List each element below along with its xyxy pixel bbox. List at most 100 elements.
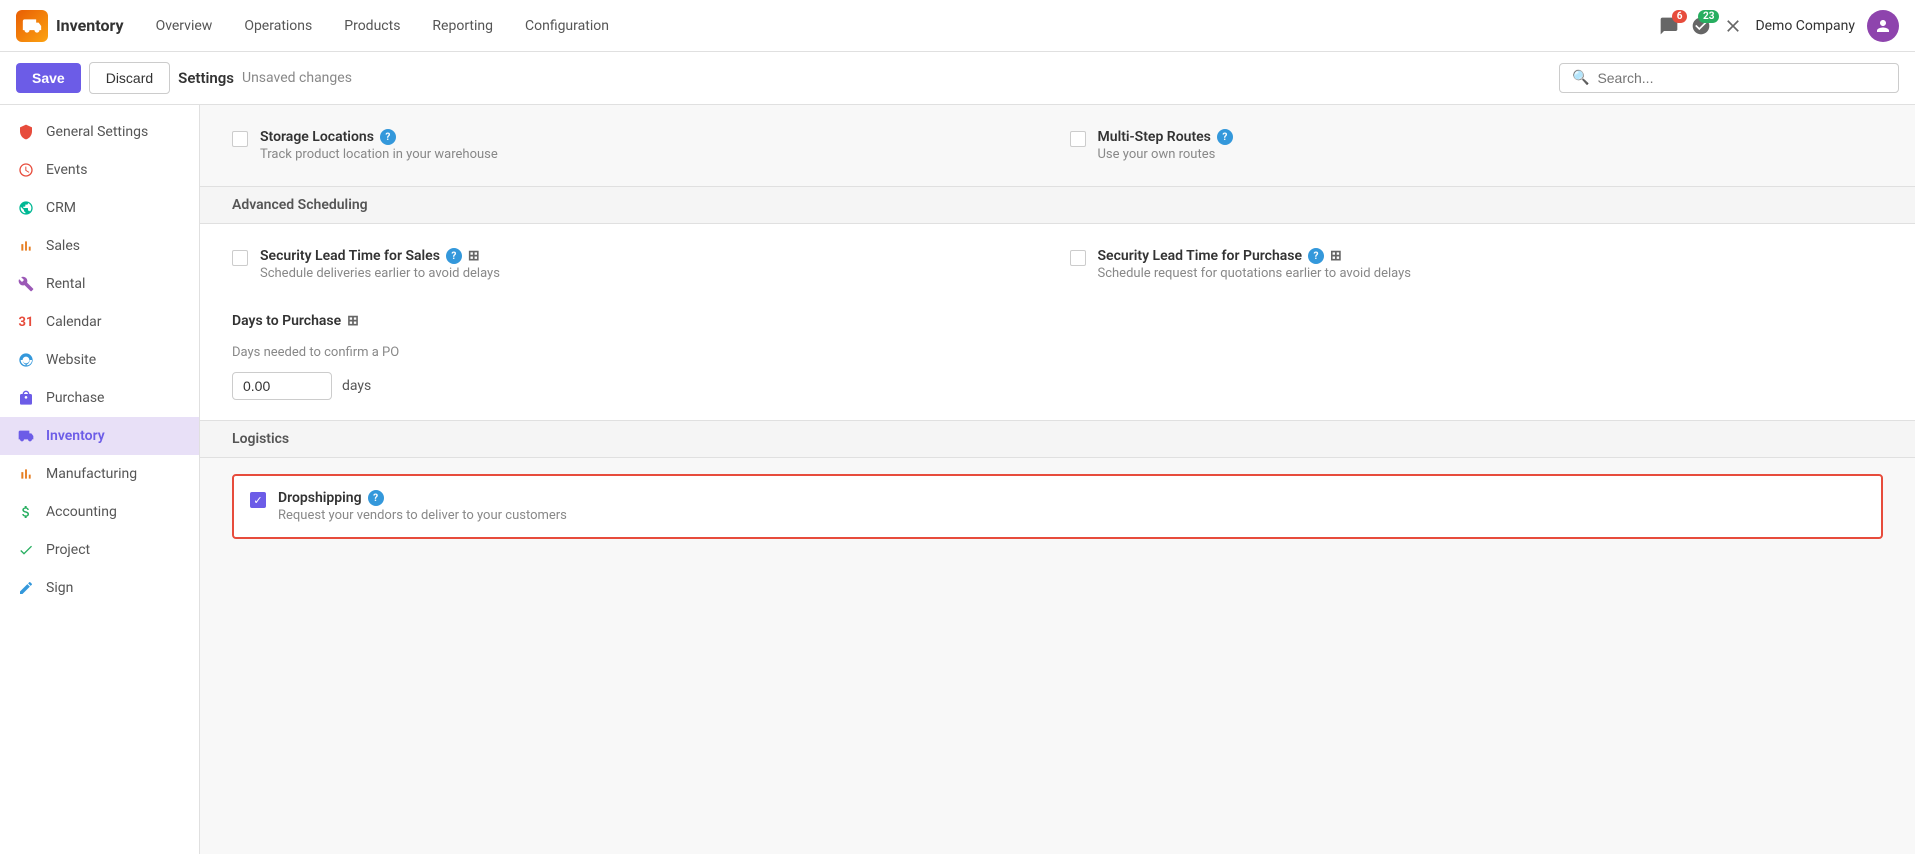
project-icon xyxy=(16,540,36,560)
nav-products[interactable]: Products xyxy=(332,12,412,40)
sales-icon xyxy=(16,236,36,256)
sidebar-item-purchase[interactable]: Purchase xyxy=(0,379,199,417)
sidebar-item-events[interactable]: Events xyxy=(0,151,199,189)
security-lead-sales-checkbox[interactable] xyxy=(232,250,248,266)
nav-icons: 6 23 Demo Company xyxy=(1659,10,1899,42)
security-lead-purchase-checkbox[interactable] xyxy=(1070,250,1086,266)
days-unit-label: days xyxy=(342,378,371,394)
sidebar-item-label: Manufacturing xyxy=(46,466,137,482)
days-to-purchase-row: Days to Purchase ⊞ xyxy=(200,305,1915,341)
storage-locations-checkbox[interactable] xyxy=(232,131,248,147)
security-lead-sales-desc: Schedule deliveries earlier to avoid del… xyxy=(260,266,500,281)
accounting-icon xyxy=(16,502,36,522)
sidebar-item-calendar[interactable]: 31 Calendar xyxy=(0,303,199,341)
sidebar-item-website[interactable]: Website xyxy=(0,341,199,379)
dropshipping-info: Dropshipping ? Request your vendors to d… xyxy=(278,490,567,523)
security-lead-purchase-title: Security Lead Time for Purchase ? ⊞ xyxy=(1098,248,1411,264)
security-lead-sales-title: Security Lead Time for Sales ? ⊞ xyxy=(260,248,500,264)
sidebar-item-label: Website xyxy=(46,352,96,368)
days-input-row: days xyxy=(200,364,1915,420)
messages-button[interactable]: 6 xyxy=(1659,16,1679,36)
warehouse-settings: Storage Locations ? Track product locati… xyxy=(200,105,1915,186)
security-lead-sales-help[interactable]: ? xyxy=(446,248,462,264)
sidebar-item-accounting[interactable]: Accounting xyxy=(0,493,199,531)
save-button[interactable]: Save xyxy=(16,63,81,93)
app-name: Inventory xyxy=(56,16,124,35)
security-lead-purchase-info: Security Lead Time for Purchase ? ⊞ Sche… xyxy=(1098,248,1411,281)
calendar-icon: 31 xyxy=(16,312,36,332)
content-area: Storage Locations ? Track product locati… xyxy=(200,105,1915,854)
search-input[interactable] xyxy=(1597,70,1886,86)
app-logo-icon xyxy=(16,10,48,42)
activity-badge: 23 xyxy=(1698,10,1719,23)
manufacturing-icon xyxy=(16,464,36,484)
dropshipping-checkbox[interactable]: ✓ xyxy=(250,492,266,508)
sign-icon xyxy=(16,578,36,598)
multi-step-routes-checkbox[interactable] xyxy=(1070,131,1086,147)
sidebar-item-label: Accounting xyxy=(46,504,117,520)
sidebar-item-manufacturing[interactable]: Manufacturing xyxy=(0,455,199,493)
sidebar-item-sign[interactable]: Sign xyxy=(0,569,199,607)
dropshipping-title: Dropshipping ? xyxy=(278,490,567,506)
events-icon xyxy=(16,160,36,180)
toolbar-title: Settings xyxy=(178,69,234,87)
sidebar-item-inventory[interactable]: Inventory xyxy=(0,417,199,455)
multi-step-routes-help[interactable]: ? xyxy=(1217,129,1233,145)
storage-locations-title: Storage Locations ? xyxy=(260,129,498,145)
nav-configuration[interactable]: Configuration xyxy=(513,12,621,40)
general-settings-icon xyxy=(16,122,36,142)
multi-step-routes-setting: Multi-Step Routes ? Use your own routes xyxy=(1070,129,1884,162)
days-to-purchase-desc: Days needed to confirm a PO xyxy=(232,345,1883,360)
sidebar-item-label: Calendar xyxy=(46,314,102,330)
days-to-purchase-grid-icon[interactable]: ⊞ xyxy=(347,313,359,329)
sidebar-item-sales[interactable]: Sales xyxy=(0,227,199,265)
security-lead-purchase-grid-icon[interactable]: ⊞ xyxy=(1330,248,1342,264)
dropshipping-setting: ✓ Dropshipping ? Request your vendors to… xyxy=(232,474,1883,539)
storage-locations-help[interactable]: ? xyxy=(380,129,396,145)
close-button[interactable] xyxy=(1723,16,1743,36)
sidebar-item-rental[interactable]: Rental xyxy=(0,265,199,303)
security-lead-purchase-setting: Security Lead Time for Purchase ? ⊞ Sche… xyxy=(1070,248,1884,281)
inventory-icon xyxy=(16,426,36,446)
days-to-purchase-label: Days to Purchase ⊞ xyxy=(232,313,359,329)
activity-button[interactable]: 23 xyxy=(1691,16,1711,36)
dropshipping-desc: Request your vendors to deliver to your … xyxy=(278,508,567,523)
security-lead-purchase-desc: Schedule request for quotations earlier … xyxy=(1098,266,1411,281)
company-name[interactable]: Demo Company xyxy=(1755,18,1855,34)
sidebar-item-general-settings[interactable]: General Settings xyxy=(0,113,199,151)
sidebar-item-label: Sign xyxy=(46,580,73,596)
discard-button[interactable]: Discard xyxy=(89,62,170,94)
sidebar-item-label: Inventory xyxy=(46,428,105,444)
sidebar: General Settings Events CRM Sales Rental xyxy=(0,105,200,854)
dropshipping-help[interactable]: ? xyxy=(368,490,384,506)
multi-step-routes-title: Multi-Step Routes ? xyxy=(1098,129,1233,145)
advanced-scheduling-settings: Security Lead Time for Sales ? ⊞ Schedul… xyxy=(200,224,1915,305)
logistics-header: Logistics xyxy=(200,420,1915,458)
multi-step-routes-desc: Use your own routes xyxy=(1098,147,1233,162)
app-logo[interactable]: Inventory xyxy=(16,10,124,42)
sidebar-item-label: CRM xyxy=(46,200,76,216)
sidebar-item-crm[interactable]: CRM xyxy=(0,189,199,227)
storage-locations-info: Storage Locations ? Track product locati… xyxy=(260,129,498,162)
nav-reporting[interactable]: Reporting xyxy=(420,12,505,40)
purchase-icon xyxy=(16,388,36,408)
nav-overview[interactable]: Overview xyxy=(144,12,225,40)
toolbar: Save Discard Settings Unsaved changes 🔍 xyxy=(0,52,1915,105)
messages-badge: 6 xyxy=(1672,10,1688,23)
sidebar-item-project[interactable]: Project xyxy=(0,531,199,569)
security-lead-purchase-help[interactable]: ? xyxy=(1308,248,1324,264)
sidebar-item-label: Rental xyxy=(46,276,85,292)
days-to-purchase-input[interactable] xyxy=(232,372,332,400)
security-lead-sales-setting: Security Lead Time for Sales ? ⊞ Schedul… xyxy=(232,248,1046,281)
advanced-scheduling-header: Advanced Scheduling xyxy=(200,186,1915,224)
sidebar-item-label: Sales xyxy=(46,238,80,254)
sidebar-item-label: General Settings xyxy=(46,124,148,140)
nav-operations[interactable]: Operations xyxy=(232,12,324,40)
user-avatar[interactable] xyxy=(1867,10,1899,42)
main-layout: General Settings Events CRM Sales Rental xyxy=(0,105,1915,854)
multi-step-routes-info: Multi-Step Routes ? Use your own routes xyxy=(1098,129,1233,162)
security-lead-sales-grid-icon[interactable]: ⊞ xyxy=(468,248,480,264)
storage-locations-setting: Storage Locations ? Track product locati… xyxy=(232,129,1046,162)
unsaved-label: Unsaved changes xyxy=(242,70,352,86)
website-icon xyxy=(16,350,36,370)
